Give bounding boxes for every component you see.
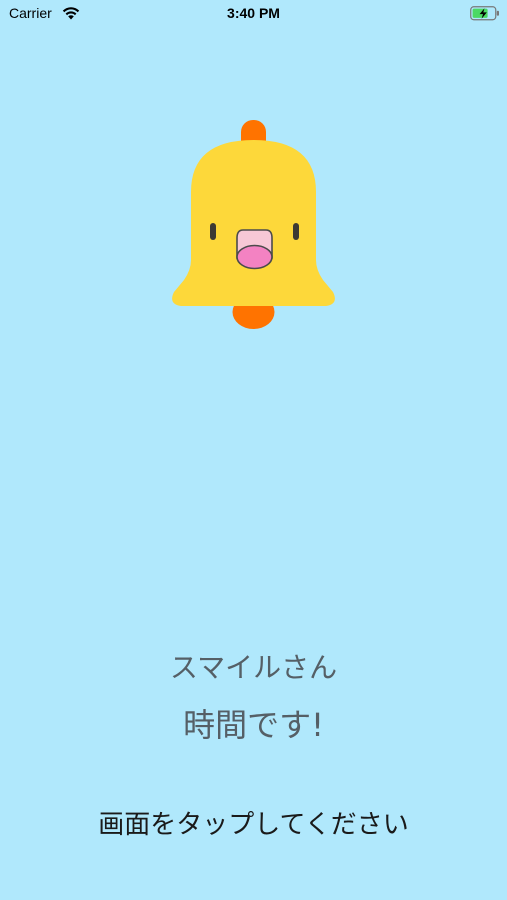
status-bar: Carrier 3:40 PM <box>0 0 507 28</box>
status-time: 3:40 PM <box>227 5 280 21</box>
bell-body <box>172 140 335 306</box>
bell-character-icon <box>172 120 335 329</box>
alarm-name-label: スマイルさん <box>169 651 338 684</box>
bell-right-eye <box>293 223 299 240</box>
battery-charging-icon <box>470 6 499 21</box>
bell-left-eye <box>210 223 216 240</box>
tap-to-dismiss-prompt[interactable]: 画面をタップしてください <box>0 804 507 841</box>
bell-mouth-tongue <box>236 244 273 270</box>
alarm-message-label: 時間です! <box>183 706 324 744</box>
